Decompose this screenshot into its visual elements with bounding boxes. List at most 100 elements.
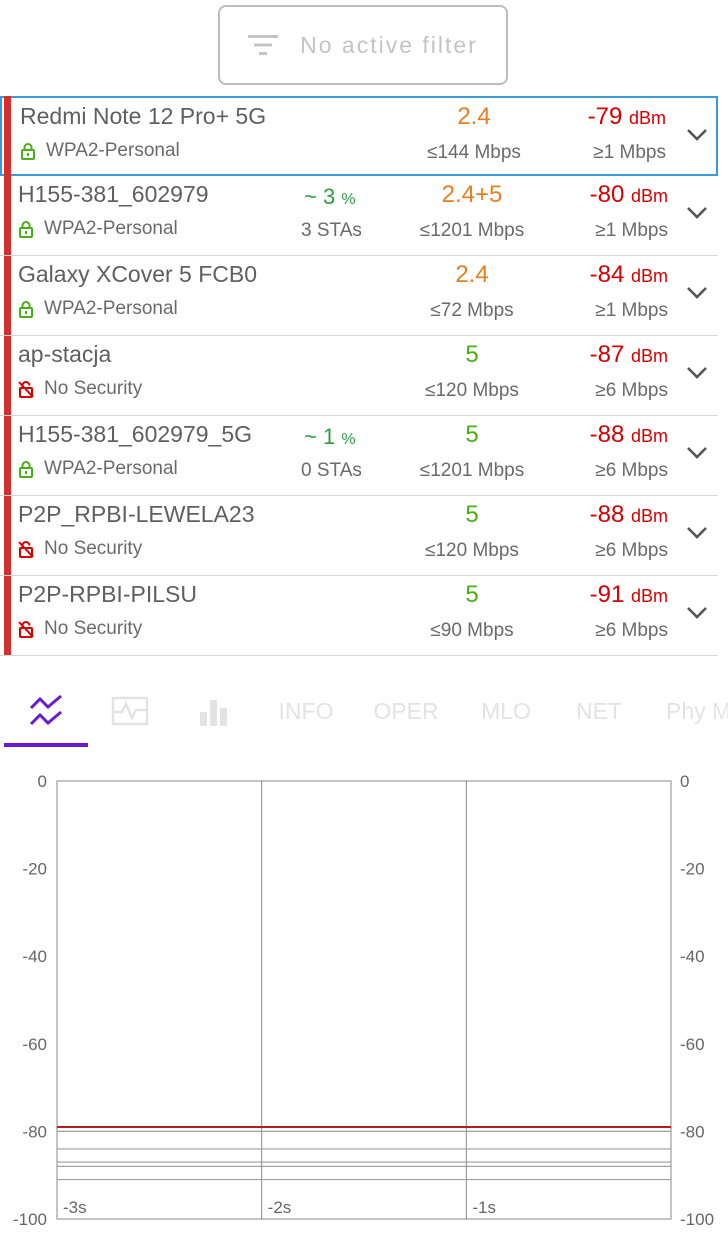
min-rate: ≥1 Mbps [595,220,668,241]
y-tick-label-right: -60 [680,1035,705,1054]
rssi-value: -91 [589,581,625,608]
band: 5 [465,501,479,528]
network-row[interactable]: H155-381_602979 WPA2-Personal ~ 3 % 3 STAs 2… [0,176,718,256]
tab-info[interactable]: INFO [256,676,356,746]
network-ssid: ap-stacja [18,341,112,367]
security-label: No Security [44,538,143,559]
tab-label: INFO [278,697,334,724]
min-rate: ≥1 Mbps [593,142,666,163]
signal-graph-icon [28,694,64,728]
rssi-value: -84 [589,261,625,288]
network-row[interactable]: Galaxy XCover 5 FCB0 WPA2-Personal 2.4 ≤72 … [0,256,718,336]
channel-utilization-unit: % [341,191,356,208]
security-info: No Security [18,618,142,640]
band: 5 [465,581,479,608]
tab-time-graph[interactable] [88,676,172,746]
tab-phy-m[interactable]: Phy M [642,676,728,746]
security-info: No Security [18,538,142,560]
filter-button[interactable]: No active filter [218,5,508,85]
rssi-unit: dBm [630,346,668,366]
chevron-down-icon[interactable] [686,606,708,620]
network-row[interactable]: H155-381_602979_5G WPA2-Personal ~ 1 % 0 ST… [0,416,718,496]
tab-label: MLO [481,697,531,724]
rssi-value: -80 [589,181,625,208]
chevron-down-icon[interactable] [686,526,708,540]
chevron-down-icon[interactable] [686,366,708,380]
network-list: Redmi Note 12 Pro+ 5G WPA2-Personal 2.4 ≤14… [0,96,718,656]
chevron-down-icon[interactable] [686,206,708,220]
security-info: No Security [18,378,142,400]
lock-icon [18,300,44,318]
channel-utilization-value: ~ 3 [304,184,336,209]
signal-level-bar [4,176,11,255]
network-row[interactable]: P2P-RPBI-PILSU No Security 5 ≤90 Mbps -91 dB… [0,576,718,656]
y-tick-label-left: 0 [38,772,47,791]
signal-level-bar [4,496,11,575]
network-row[interactable]: P2P_RPBI-LEWELA23 No Security 5 ≤120 Mbps -8… [0,496,718,576]
lock-icon [18,460,44,478]
rssi-unit: dBm [630,426,668,446]
tab-bar-chart[interactable] [172,676,256,746]
y-tick-label-right: -20 [680,860,705,879]
network-row[interactable]: Redmi Note 12 Pro+ 5G WPA2-Personal 2.4 ≤14… [0,96,718,176]
rssi-unit: dBm [630,186,668,206]
security-label: WPA2-Personal [44,218,178,239]
y-tick-label-left: -100 [13,1210,47,1229]
tab-oper[interactable]: OPER [356,676,456,746]
station-count: 3 STAs [301,220,362,241]
security-label: WPA2-Personal [46,140,180,161]
rssi-unit: dBm [630,586,668,606]
y-tick-label-right: -40 [680,947,705,966]
tab-label: NET [576,697,622,724]
y-tick-label-left: -80 [22,1122,47,1141]
max-rate: ≤120 Mbps [425,540,519,561]
rssi: -80 dBm [590,181,668,209]
y-tick-label-right: 0 [680,772,689,791]
y-tick-label-left: -20 [22,860,47,879]
tab-mlo[interactable]: MLO [456,676,556,746]
security-label: No Security [44,618,143,639]
channel-utilization: ~ 3 % [304,184,356,210]
chevron-down-icon[interactable] [686,128,708,142]
chevron-down-icon[interactable] [686,446,708,460]
unlocked-icon [18,380,44,398]
rssi-value: -88 [589,501,625,528]
security-label: WPA2-Personal [44,298,178,319]
time-graph-icon [111,696,149,726]
x-tick-label: -2s [268,1198,292,1217]
security-info: WPA2-Personal [18,298,178,320]
filter-icon [248,35,279,55]
rssi-unit: dBm [628,108,666,128]
tab-signal-graph[interactable] [4,676,88,746]
max-rate: ≤1201 Mbps [419,460,525,481]
tab-bar: INFO OPER MLO NET Phy M [0,676,728,748]
rssi-unit: dBm [630,506,668,526]
min-rate: ≥6 Mbps [595,380,668,401]
security-label: WPA2-Personal [44,458,178,479]
network-ssid: Redmi Note 12 Pro+ 5G [20,103,267,129]
chevron-down-icon[interactable] [686,286,708,300]
band: 5 [465,341,479,368]
y-tick-label-right: -100 [680,1210,714,1229]
band: 2.4 [457,103,491,130]
network-ssid: Galaxy XCover 5 FCB0 [18,261,258,287]
min-rate: ≥6 Mbps [595,460,668,481]
unlocked-icon [18,540,44,558]
rssi-value: -79 [587,103,623,130]
max-rate: ≤144 Mbps [427,142,521,163]
max-rate: ≤1201 Mbps [419,220,525,241]
signal-level-bar [4,336,11,415]
network-row[interactable]: ap-stacja No Security 5 ≤120 Mbps -87 dBm ≥6 … [0,336,718,416]
security-info: WPA2-Personal [20,140,180,162]
channel-utilization-unit: % [341,431,356,448]
channel-utilization-value: ~ 1 [304,424,336,449]
channel-utilization: ~ 1 % [304,424,356,450]
rssi: -91 dBm [590,581,668,609]
security-info: WPA2-Personal [18,458,178,480]
rssi-value: -88 [589,421,625,448]
y-tick-label-left: -40 [22,947,47,966]
rssi: -88 dBm [590,421,668,449]
rssi: -79 dBm [588,103,666,131]
max-rate: ≤72 Mbps [430,300,514,321]
tab-net[interactable]: NET [556,676,642,746]
